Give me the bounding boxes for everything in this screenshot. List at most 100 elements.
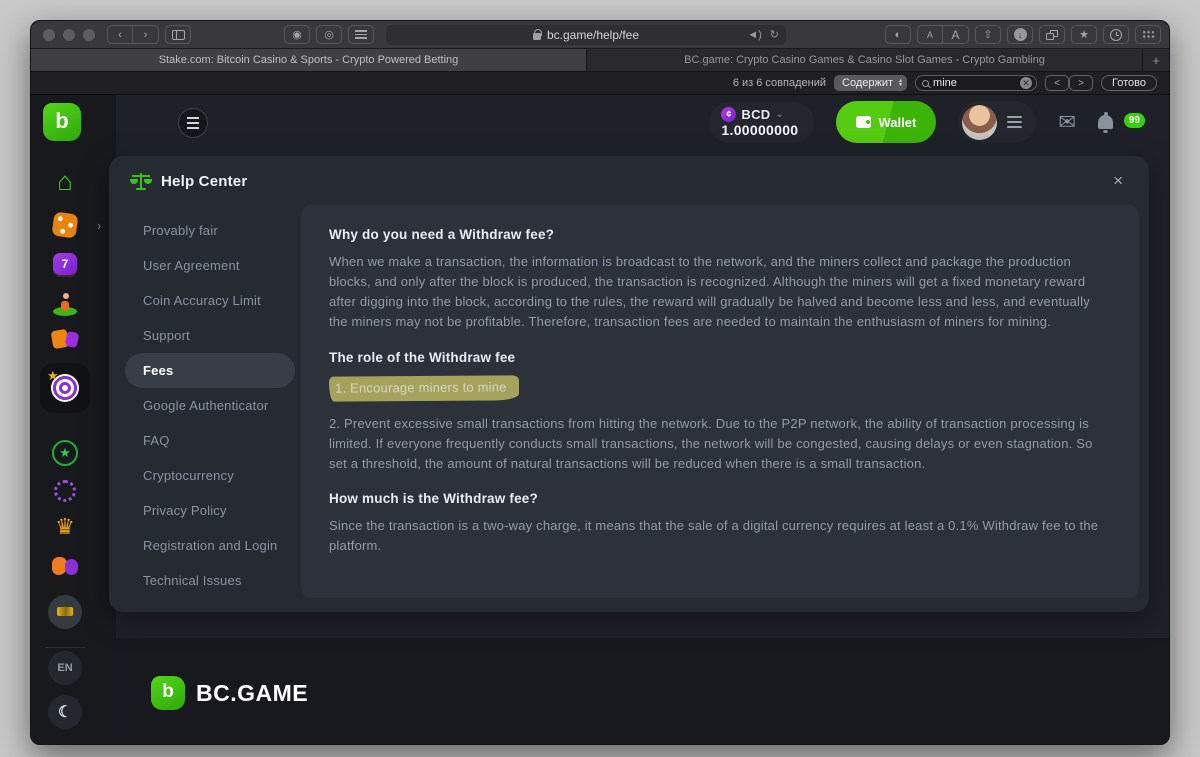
balance-selector[interactable]: ¢ BCD ⌄ 1.00000000 xyxy=(709,102,814,143)
highlighted-find-result: 1. Encourage miners to mine xyxy=(329,375,519,401)
dice-icon xyxy=(51,211,78,238)
help-menu-item-support[interactable]: Support xyxy=(125,318,295,353)
history-button[interactable] xyxy=(1103,25,1129,44)
tab-stake[interactable]: Stake.com: Bitcoin Casino & Sports - Cry… xyxy=(31,49,587,71)
help-menu-item-google-authenticator[interactable]: Google Authenticator xyxy=(125,388,295,423)
sidebar-item-missions-active[interactable] xyxy=(39,363,91,413)
menu-toggle-button[interactable] xyxy=(178,108,208,138)
find-done-button[interactable]: Готово xyxy=(1101,75,1157,91)
section-body-why: When we make a transaction, the informat… xyxy=(329,252,1111,333)
home-icon: ⌂ xyxy=(57,170,73,192)
address-bar[interactable]: bc.game/help/fee ◄) ↻ xyxy=(386,25,786,45)
increase-text-button[interactable]: A xyxy=(943,25,969,44)
bcgame-logo-icon xyxy=(43,103,81,141)
help-menu-item-cryptocurrency[interactable]: Cryptocurrency xyxy=(125,458,295,493)
sidebar-item-shop[interactable] xyxy=(39,327,91,351)
scales-icon xyxy=(131,172,151,190)
mute-audio-icon[interactable]: ◄) xyxy=(747,29,762,41)
site-sidebar: ⌂ › 7 ★ ♛ EN ☾ xyxy=(31,95,116,745)
sidebar-item-rewards[interactable]: ★ xyxy=(39,440,91,466)
tab-overview-icon xyxy=(1142,30,1155,40)
star-circle-icon: ★ xyxy=(52,440,78,466)
crown-icon: ♛ xyxy=(55,517,75,537)
slot-seven-icon: 7 xyxy=(53,253,77,275)
user-menu[interactable] xyxy=(958,101,1036,143)
bookmarks-button[interactable]: ★ xyxy=(1071,25,1097,44)
decrease-text-button[interactable]: A xyxy=(917,25,943,44)
copy-tab-button[interactable] xyxy=(1039,25,1065,44)
reader-button[interactable] xyxy=(348,25,374,44)
search-icon xyxy=(922,80,929,87)
help-menu-item-provably-fair[interactable]: Provably fair xyxy=(125,213,295,248)
avatar[interactable] xyxy=(962,105,997,140)
help-menu-item-registration-and-login[interactable]: Registration and Login xyxy=(125,528,295,563)
site-header: ¢ BCD ⌄ 1.00000000 Wallet ✉ xyxy=(116,95,1169,149)
promo-badge-icon xyxy=(48,595,82,629)
forward-button[interactable]: › xyxy=(133,25,159,44)
find-previous-button[interactable]: < xyxy=(1045,75,1069,91)
sidebar-item-slots[interactable]: 7 xyxy=(39,253,91,275)
chevron-right-icon: › xyxy=(97,218,101,233)
close-window-icon[interactable] xyxy=(43,29,55,41)
language-button[interactable]: EN xyxy=(39,651,91,685)
help-content: Why do you need a Withdraw fee? When we … xyxy=(301,205,1139,598)
minimize-window-icon[interactable] xyxy=(63,29,75,41)
sidebar-item-promo[interactable] xyxy=(39,595,91,629)
footer-brand: BC.GAME xyxy=(151,676,308,710)
help-menu-item-privacy-policy[interactable]: Privacy Policy xyxy=(125,493,295,528)
bcgame-page: ⌂ › 7 ★ ♛ EN ☾ ¢ BCD ⌄ xyxy=(31,95,1169,745)
help-menu-item-faq[interactable]: FAQ xyxy=(125,423,295,458)
zoom-window-icon[interactable] xyxy=(83,29,95,41)
new-tab-button[interactable]: + xyxy=(1143,49,1169,71)
currency-label: BCD xyxy=(741,107,770,122)
help-menu-item-fees[interactable]: Fees xyxy=(125,353,295,388)
section-heading-role: The role of the Withdraw fee xyxy=(329,350,1111,365)
sidebar-divider xyxy=(45,647,85,648)
sidebar-item-home[interactable]: ⌂ xyxy=(39,170,91,192)
find-input[interactable] xyxy=(933,77,1016,89)
notifications-bell-icon[interactable] xyxy=(1098,115,1113,129)
find-next-button[interactable]: > xyxy=(1069,75,1093,91)
language-label: EN xyxy=(48,651,82,685)
back-button[interactable]: ‹ xyxy=(107,25,133,44)
target-spiral-icon xyxy=(51,374,79,402)
help-center-modal: Help Center × Provably fairUser Agreemen… xyxy=(109,156,1149,612)
extension-button-2[interactable]: ◎ xyxy=(316,25,342,44)
sidebar-icon xyxy=(172,30,185,40)
tab-overview-button[interactable] xyxy=(1135,25,1161,44)
traffic-lights[interactable] xyxy=(39,29,101,41)
bcd-coin-icon: ¢ xyxy=(721,107,736,122)
find-matches-count: 6 из 6 совпадений xyxy=(733,77,826,89)
sidebar-toggle-button[interactable] xyxy=(165,25,191,44)
close-icon[interactable]: × xyxy=(1111,171,1125,191)
browser-toolbar: ‹ › ◉ ◎ bc.game/help/fee ◄) ↻ ◐ A A ⇧ ↓ … xyxy=(31,21,1169,49)
wallet-icon xyxy=(856,116,871,128)
help-menu-item-technical-issues[interactable]: Technical Issues xyxy=(125,563,295,598)
wallet-button[interactable]: Wallet xyxy=(836,101,936,143)
footer-logo-icon xyxy=(151,676,185,710)
reader-appearance-button[interactable]: ◐ xyxy=(885,25,911,44)
chevron-down-icon: ⌄ xyxy=(776,109,784,120)
theme-toggle-button[interactable]: ☾ xyxy=(39,695,91,729)
bcgame-logo[interactable] xyxy=(43,103,81,141)
mail-icon[interactable]: ✉ xyxy=(1058,110,1076,135)
section-role-item2: 2. Prevent excessive small transactions … xyxy=(329,414,1111,474)
tab-bcgame[interactable]: BC.game: Crypto Casino Games & Casino Sl… xyxy=(587,49,1143,71)
help-menu-item-user-agreement[interactable]: User Agreement xyxy=(125,248,295,283)
clear-search-icon[interactable]: ✕ xyxy=(1020,77,1032,89)
sidebar-item-bonus[interactable] xyxy=(39,480,91,502)
shopping-bags-icon xyxy=(52,327,78,351)
history-icon xyxy=(1110,29,1122,41)
extension-button-1[interactable]: ◉ xyxy=(284,25,310,44)
sidebar-item-vip-club[interactable]: ♛ xyxy=(39,517,91,537)
find-mode-dropdown[interactable]: Содержит ▴▾ xyxy=(834,75,907,91)
reload-icon[interactable]: ↻ xyxy=(770,28,779,41)
sidebar-item-vip[interactable] xyxy=(39,292,91,316)
section-heading-howmuch: How much is the Withdraw fee? xyxy=(329,491,1111,506)
sidebar-item-casino[interactable]: › xyxy=(39,213,91,237)
share-button[interactable]: ⇧ xyxy=(975,25,1001,44)
sidebar-item-games[interactable] xyxy=(39,557,91,577)
dropdown-arrows-icon: ▴▾ xyxy=(899,79,902,87)
downloads-button[interactable]: ↓ xyxy=(1007,25,1033,44)
help-menu-item-coin-accuracy-limit[interactable]: Coin Accuracy Limit xyxy=(125,283,295,318)
